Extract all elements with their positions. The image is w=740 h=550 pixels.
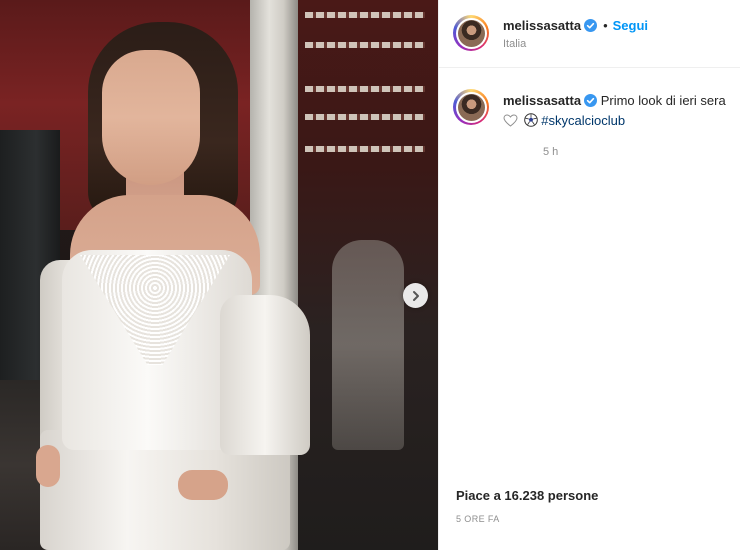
hashtag-link[interactable]: #skycalcioclub (541, 113, 625, 128)
next-photo-button[interactable] (403, 283, 428, 308)
location-link[interactable]: Italia (503, 38, 526, 50)
verified-badge-icon (584, 19, 598, 37)
mirror-light-strip (305, 42, 425, 48)
caption-text: Primo look di ieri sera (600, 93, 726, 108)
follow-button[interactable]: Segui (613, 18, 648, 33)
person-hand-right (178, 470, 228, 500)
caption-time: 5 h (543, 146, 559, 158)
soccer-ball-icon (523, 113, 538, 132)
post-header: melissasatta • Segui Italia (439, 0, 740, 68)
caption-username[interactable]: melissasatta (503, 93, 581, 108)
post-photo[interactable] (0, 0, 438, 550)
separator-dot: • (603, 18, 608, 33)
mirror-reflection (332, 240, 404, 450)
mirror-light-strip (305, 86, 425, 92)
mirror-light-strip (305, 114, 425, 120)
blazer-right (220, 295, 310, 455)
chevron-right-icon (412, 290, 419, 301)
caption-text-block: melissasatta Primo look di ieri sera #sk… (503, 92, 735, 158)
post-sidebar: melissasatta • Segui Italia melissasatta P… (438, 0, 740, 550)
white-heart-icon (503, 114, 518, 132)
mirror-light-strip (305, 12, 425, 18)
person-hand-left (36, 445, 60, 487)
header-user-line: melissasatta • Segui (503, 17, 648, 37)
verified-badge-icon (584, 94, 598, 112)
post-date: 5 ORE FA (456, 514, 500, 524)
header-username[interactable]: melissasatta (503, 18, 581, 33)
caption-avatar[interactable] (453, 89, 489, 125)
likes-count[interactable]: Piace a 16.238 persone (456, 488, 598, 503)
avatar[interactable] (453, 15, 489, 51)
mirror-light-strip (305, 146, 425, 152)
person-face (102, 50, 200, 185)
